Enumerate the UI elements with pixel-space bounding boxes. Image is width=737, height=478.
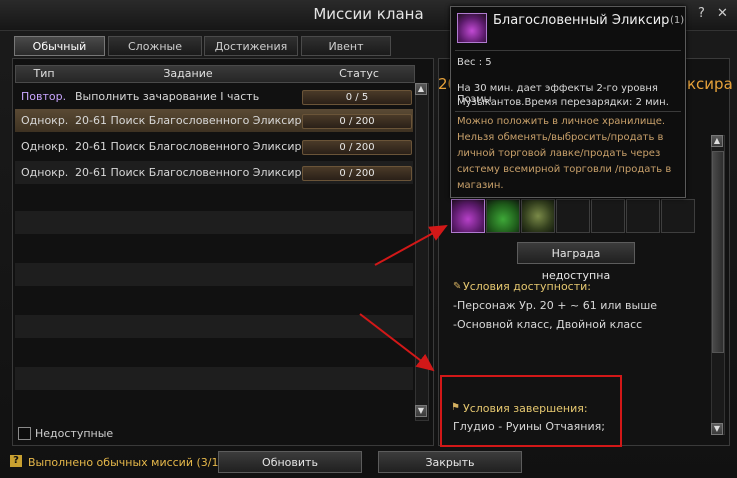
tooltip-weight: Вес : 5 [457, 57, 492, 68]
tooltip-restriction: личной торговой лавке/продать через [457, 148, 661, 159]
tooltip-item-count: (1) [670, 15, 685, 26]
tooltip-item-icon [457, 13, 487, 43]
arrow-to-reward [374, 225, 448, 266]
arrow-to-completion [359, 313, 435, 372]
tooltip-restriction: магазин. [457, 180, 504, 191]
tooltip-restriction: систему всемирной торговли /продать в [457, 164, 672, 175]
tooltip-restriction: Нельзя обменять/выбросить/продать в [457, 132, 664, 143]
tooltip-item-name: Благословенный Эликсир [493, 13, 670, 28]
tooltip-separator [455, 50, 681, 51]
tooltip-restriction: Можно положить в личное хранилище. [457, 116, 666, 127]
tooltip-description: Музыкантов.Время перезарядки: 2 мин. [457, 97, 669, 108]
tooltip-separator [455, 111, 681, 112]
item-tooltip: Благословенный Эликсир (1) Вес : 5 На 30… [450, 6, 686, 198]
clan-missions-window: Миссии клана ? ✕ Обычный Сложные Достиже… [0, 0, 737, 478]
